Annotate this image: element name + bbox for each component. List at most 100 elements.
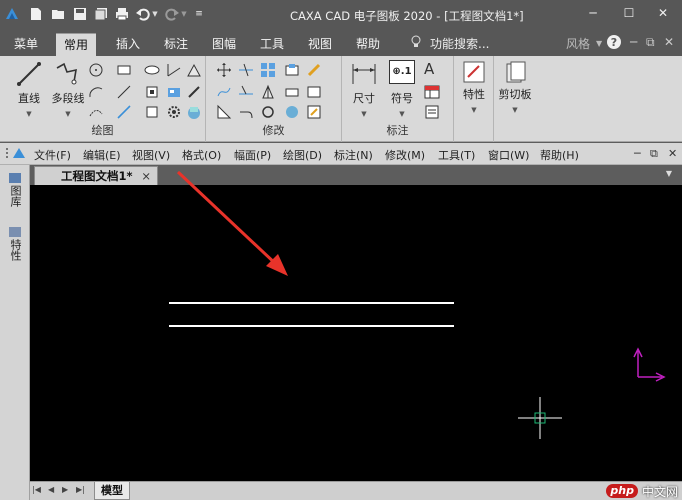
tab-tools[interactable]: 工具 <box>252 33 292 56</box>
break-icon[interactable] <box>306 84 322 100</box>
tab-view[interactable]: 视图 <box>300 33 340 56</box>
curve-icon[interactable] <box>88 104 104 120</box>
customize-toolbar-icon[interactable]: ≡ <box>194 6 204 22</box>
point-icon[interactable] <box>144 84 160 100</box>
fillet-icon[interactable] <box>238 104 254 120</box>
array-icon[interactable] <box>260 62 276 78</box>
menu-modify[interactable]: 修改(M) <box>385 147 425 163</box>
move-icon[interactable] <box>216 62 232 78</box>
save-all-icon[interactable] <box>93 6 109 22</box>
spline-icon[interactable] <box>116 84 132 100</box>
menu-draw[interactable]: 绘图(D) <box>283 147 322 163</box>
side-tab-properties[interactable]: 特性 <box>9 239 23 261</box>
arc-icon[interactable] <box>88 84 104 100</box>
menu-help[interactable]: 帮助(H) <box>540 147 579 163</box>
minimize-button[interactable]: ─ <box>580 4 606 22</box>
clipboard-label: 剪切板 <box>498 88 532 101</box>
polyline-label: 多段线 <box>51 92 85 105</box>
style-selector[interactable]: 风格 <box>566 35 590 52</box>
menu-window[interactable]: 窗口(W) <box>488 147 529 163</box>
extend-icon[interactable] <box>238 84 254 100</box>
save-icon[interactable] <box>72 6 88 22</box>
rectangle-icon[interactable] <box>116 62 132 78</box>
undo-icon[interactable] <box>135 6 151 22</box>
last-tab-icon[interactable]: ▶| <box>76 485 85 494</box>
lightbulb-icon <box>410 35 422 52</box>
line-button[interactable]: 直线 ▼ <box>10 60 48 119</box>
tab-home[interactable]: 常用 <box>56 33 97 56</box>
hatch-icon[interactable] <box>186 62 202 78</box>
trim-icon[interactable] <box>238 62 254 78</box>
menu-view[interactable]: 视图(V) <box>132 147 170 163</box>
menu-edit[interactable]: 编辑(E) <box>83 147 121 163</box>
ribbon-minimize-icon[interactable]: ─ <box>630 35 637 49</box>
pen-icon[interactable] <box>186 84 202 100</box>
rotate-icon[interactable] <box>260 104 276 120</box>
function-search[interactable]: 功能搜索... <box>430 35 489 52</box>
scale-icon[interactable] <box>284 62 300 78</box>
menubar-grip-icon[interactable] <box>5 146 29 163</box>
edit-pencil-icon[interactable] <box>306 62 322 78</box>
doc-restore-icon[interactable]: ⧉ <box>650 147 658 161</box>
help-icon[interactable]: ? <box>606 34 622 53</box>
mirror-icon[interactable] <box>260 84 276 100</box>
menu-tools[interactable]: 工具(T) <box>438 147 475 163</box>
next-tab-icon[interactable]: ▶ <box>62 485 68 494</box>
offset-icon[interactable] <box>216 104 232 120</box>
doc-minimize-icon[interactable]: ─ <box>634 147 641 160</box>
redo-icon[interactable] <box>164 6 180 22</box>
app-logo-icon[interactable] <box>4 6 20 22</box>
centerline-icon[interactable] <box>116 104 132 120</box>
tab-insert[interactable]: 插入 <box>108 33 148 56</box>
properties-label: 特性 <box>463 88 485 101</box>
symbol-icon: ⊕.1 <box>389 60 415 84</box>
drawing-canvas[interactable] <box>30 185 682 481</box>
angle-line-icon[interactable] <box>166 62 182 78</box>
print-icon[interactable] <box>114 6 130 22</box>
property-match-icon[interactable] <box>306 104 322 120</box>
restore-button[interactable]: ☐ <box>616 4 642 22</box>
undo-dropdown-icon[interactable]: ▼ <box>151 6 159 22</box>
tab-list-dropdown-icon[interactable]: ▼ <box>666 169 672 178</box>
block-insert-icon[interactable] <box>166 84 182 100</box>
menu-annotate[interactable]: 标注(N) <box>334 147 373 163</box>
style-dropdown-icon[interactable]: ▼ <box>596 39 602 48</box>
close-button[interactable]: ✕ <box>650 4 676 22</box>
document-tab[interactable]: 工程图文档1* × <box>34 166 158 185</box>
side-tab-library[interactable]: 图库 <box>9 185 23 207</box>
gear-icon[interactable] <box>166 104 182 120</box>
properties-button[interactable]: 特性 ▼ <box>458 60 490 115</box>
ribbon-restore-icon[interactable]: ⧉ <box>646 35 655 50</box>
menu-file[interactable]: 文件(F) <box>34 147 71 163</box>
open-folder-icon[interactable] <box>50 6 66 22</box>
document-tab-close-icon[interactable]: × <box>141 167 151 185</box>
clipboard-button[interactable]: 剪切板 ▼ <box>496 60 534 115</box>
polygon-icon[interactable] <box>144 104 160 120</box>
model-tab[interactable]: 模型 <box>94 482 130 500</box>
new-file-icon[interactable] <box>28 6 44 22</box>
symbol-button[interactable]: ⊕.1 符号 ▼ <box>384 60 420 119</box>
table-icon[interactable] <box>424 84 440 100</box>
ribbon-close-icon[interactable]: ✕ <box>664 35 674 49</box>
polyline-button[interactable]: 多段线 ▼ <box>48 60 88 119</box>
balloon-icon[interactable] <box>424 104 440 120</box>
tab-sheet[interactable]: 图幅 <box>204 33 244 56</box>
image-icon[interactable] <box>186 104 202 120</box>
stretch-icon[interactable] <box>284 84 300 100</box>
circle-icon[interactable] <box>88 62 104 78</box>
clipboard-group: 剪切板 ▼ <box>494 56 536 142</box>
redo-dropdown-icon[interactable]: ▼ <box>180 6 188 22</box>
menu-format[interactable]: 格式(O) <box>182 147 221 163</box>
prev-tab-icon[interactable]: ◀ <box>48 485 54 494</box>
explode-icon[interactable] <box>284 104 300 120</box>
doc-close-icon[interactable]: ✕ <box>668 147 677 160</box>
copy-icon[interactable] <box>216 84 232 100</box>
text-icon[interactable]: A <box>424 60 444 78</box>
tab-help[interactable]: 帮助 <box>348 33 388 56</box>
tab-annotate[interactable]: 标注 <box>156 33 196 56</box>
dimension-button[interactable]: 尺寸 ▼ <box>346 60 382 119</box>
menu-sheet[interactable]: 幅面(P) <box>234 147 271 163</box>
tab-menu[interactable]: 菜单 <box>6 33 46 56</box>
first-tab-icon[interactable]: |◀ <box>32 485 41 494</box>
ellipse-icon[interactable] <box>144 62 160 78</box>
